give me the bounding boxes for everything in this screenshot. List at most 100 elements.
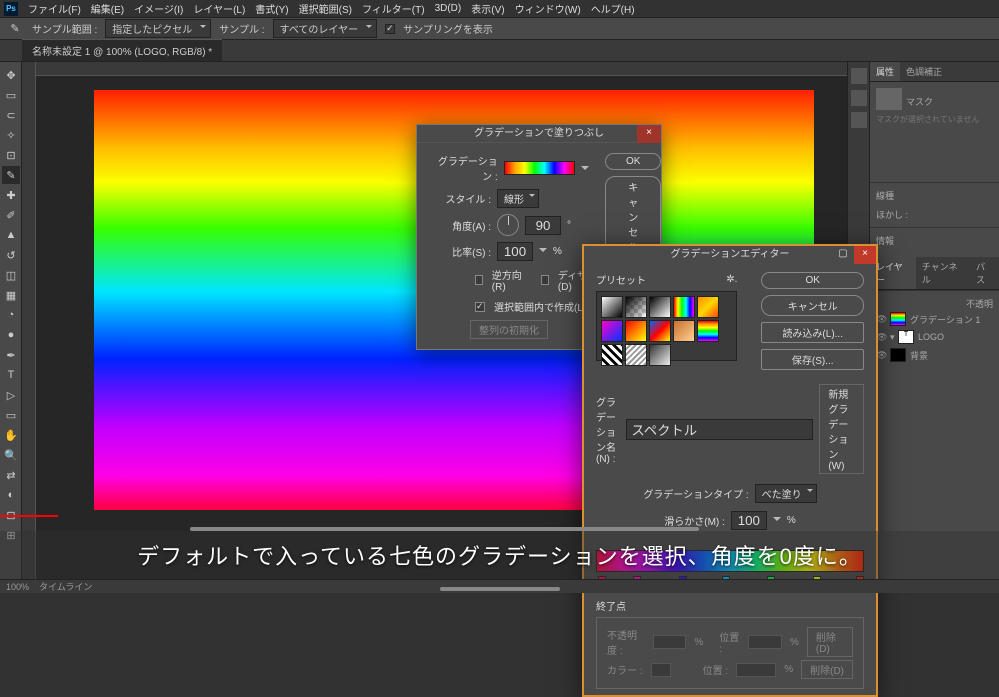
tab-properties[interactable]: 属性 bbox=[870, 62, 900, 81]
style-label: スタイル : bbox=[429, 191, 491, 206]
gradient-type-dropdown[interactable]: べた塗り bbox=[755, 484, 817, 503]
para-label: ほかし : bbox=[876, 208, 993, 221]
video-scrubber[interactable] bbox=[0, 517, 999, 531]
show-sampling-checkbox[interactable] bbox=[385, 24, 395, 34]
menu-filter[interactable]: フィルター(T) bbox=[362, 1, 425, 16]
menu-file[interactable]: ファイル(F) bbox=[28, 1, 81, 16]
pen-tool-icon[interactable]: ✒ bbox=[2, 346, 20, 364]
heal-tool-icon[interactable]: ✚ bbox=[2, 186, 20, 204]
lasso-tool-icon[interactable]: ⊂ bbox=[2, 106, 20, 124]
dock-swatches-icon[interactable] bbox=[851, 112, 867, 128]
hand-tool-icon[interactable]: ✋ bbox=[2, 426, 20, 444]
preset-swatch[interactable] bbox=[625, 320, 647, 342]
cancel-button[interactable]: キャンセル bbox=[761, 295, 864, 316]
gradient-editor-dialog: グラデーションエディター ▢ × プリセット✲. bbox=[582, 244, 878, 697]
dropdown-icon[interactable] bbox=[539, 248, 547, 256]
preset-swatch[interactable] bbox=[649, 344, 671, 366]
zoom-level[interactable]: 100% bbox=[6, 582, 29, 592]
blur-tool-icon[interactable]: ◔ bbox=[2, 306, 20, 324]
tab-paths[interactable]: パス bbox=[970, 257, 999, 289]
dropdown-icon[interactable] bbox=[581, 166, 589, 174]
preset-swatch[interactable] bbox=[697, 296, 719, 318]
angle-dial[interactable] bbox=[497, 214, 519, 236]
new-gradient-button[interactable]: 新規グラデーション (W) bbox=[819, 384, 864, 474]
delete-stop-button[interactable]: 削除(D) bbox=[807, 627, 853, 657]
gradient-name-input[interactable] bbox=[626, 419, 813, 440]
dither-checkbox[interactable] bbox=[541, 275, 549, 285]
layer-row-gradient[interactable]: 👁グラデーション 1 bbox=[876, 310, 993, 328]
menu-3d[interactable]: 3D(D) bbox=[435, 3, 462, 14]
minimize-icon[interactable]: ▢ bbox=[832, 246, 854, 264]
reset-align-button[interactable]: 整列の初期化 bbox=[470, 320, 548, 339]
mask-label: マスク bbox=[906, 95, 933, 108]
gradient-preview[interactable] bbox=[504, 161, 575, 175]
info-label: 情報 bbox=[876, 234, 993, 247]
dodge-tool-icon[interactable]: ● bbox=[2, 326, 20, 344]
ok-button[interactable]: OK bbox=[605, 153, 661, 170]
document-tab[interactable]: 名称未設定 1 @ 100% (LOGO, RGB/8) * bbox=[22, 39, 222, 61]
close-icon[interactable]: × bbox=[854, 246, 876, 264]
menu-layer[interactable]: レイヤー(L) bbox=[193, 1, 245, 16]
align-checkbox[interactable] bbox=[475, 302, 485, 312]
path-tool-icon[interactable]: ▷ bbox=[2, 386, 20, 404]
gradient-tool-icon[interactable]: ▦ bbox=[2, 286, 20, 304]
menu-type[interactable]: 書式(Y) bbox=[255, 1, 288, 16]
history-tool-icon[interactable]: ↺ bbox=[2, 246, 20, 264]
save-button[interactable]: 保存(S)... bbox=[761, 349, 864, 370]
preset-swatch[interactable] bbox=[625, 344, 647, 366]
load-button[interactable]: 読み込み(L)... bbox=[761, 322, 864, 343]
menu-view[interactable]: 表示(V) bbox=[471, 1, 504, 16]
menu-help[interactable]: ヘルプ(H) bbox=[591, 1, 635, 16]
preset-swatch[interactable] bbox=[601, 344, 623, 366]
opacity-field[interactable] bbox=[653, 635, 687, 649]
zoom-tool-icon[interactable]: 🔍 bbox=[2, 446, 20, 464]
type-tool-icon[interactable]: T bbox=[2, 366, 20, 384]
menu-select[interactable]: 選択範囲(S) bbox=[299, 1, 352, 16]
menu-window[interactable]: ウィンドウ(W) bbox=[515, 1, 581, 16]
sample-area-dropdown[interactable]: 指定したピクセル bbox=[105, 19, 211, 38]
preset-swatch[interactable] bbox=[697, 320, 719, 342]
preset-swatch[interactable] bbox=[673, 296, 695, 318]
tab-channels[interactable]: チャンネル bbox=[916, 257, 970, 289]
menu-image[interactable]: イメージ(I) bbox=[134, 1, 183, 16]
angle-input[interactable] bbox=[525, 216, 561, 235]
layer-thumb-icon bbox=[890, 348, 906, 362]
preset-swatch[interactable] bbox=[649, 296, 671, 318]
preset-swatch[interactable] bbox=[601, 296, 623, 318]
preset-swatch[interactable] bbox=[601, 320, 623, 342]
move-tool-icon[interactable]: ✥ bbox=[2, 66, 20, 84]
brush-tool-icon[interactable]: ✐ bbox=[2, 206, 20, 224]
dock-history-icon[interactable] bbox=[851, 68, 867, 84]
color-swatch[interactable] bbox=[651, 663, 671, 677]
gear-icon[interactable]: ✲. bbox=[726, 274, 737, 285]
delete-stop-button[interactable]: 削除(D) bbox=[801, 660, 853, 679]
eyedropper-tool-icon[interactable]: ✎ bbox=[2, 166, 20, 184]
shape-tool-icon[interactable]: ▭ bbox=[2, 406, 20, 424]
crop-tool-icon[interactable]: ⊡ bbox=[2, 146, 20, 164]
preset-swatch[interactable] bbox=[649, 320, 671, 342]
dock-actions-icon[interactable] bbox=[851, 90, 867, 106]
ok-button[interactable]: OK bbox=[761, 272, 864, 289]
layer-row-logo[interactable]: 👁▾TLOGO bbox=[876, 328, 993, 346]
wand-tool-icon[interactable]: ✧ bbox=[2, 126, 20, 144]
swap-colors-icon[interactable]: ⇄ bbox=[2, 466, 20, 484]
foreground-color-icon[interactable]: ◐ bbox=[2, 486, 20, 504]
timeline-label[interactable]: タイムライン bbox=[39, 580, 92, 593]
stamp-tool-icon[interactable]: ▲ bbox=[2, 226, 20, 244]
tab-adjustments[interactable]: 色調補正 bbox=[900, 62, 948, 81]
preset-swatch[interactable] bbox=[673, 320, 695, 342]
preset-swatch[interactable] bbox=[625, 296, 647, 318]
style-dropdown[interactable]: 線形 bbox=[497, 189, 539, 208]
marquee-tool-icon[interactable]: ▭ bbox=[2, 86, 20, 104]
scale-input[interactable] bbox=[497, 242, 533, 261]
menu-edit[interactable]: 編集(E) bbox=[91, 1, 124, 16]
menubar: Ps ファイル(F) 編集(E) イメージ(I) レイヤー(L) 書式(Y) 選… bbox=[0, 0, 999, 18]
layer-row-bg[interactable]: 👁背景 bbox=[876, 346, 993, 364]
sample-dropdown[interactable]: すべてのレイヤー bbox=[273, 19, 378, 38]
scale-unit: % bbox=[553, 246, 562, 257]
position-field[interactable] bbox=[748, 635, 782, 649]
position-field[interactable] bbox=[736, 663, 776, 677]
close-icon[interactable]: × bbox=[637, 125, 661, 143]
eraser-tool-icon[interactable]: ◫ bbox=[2, 266, 20, 284]
reverse-checkbox[interactable] bbox=[475, 275, 483, 285]
